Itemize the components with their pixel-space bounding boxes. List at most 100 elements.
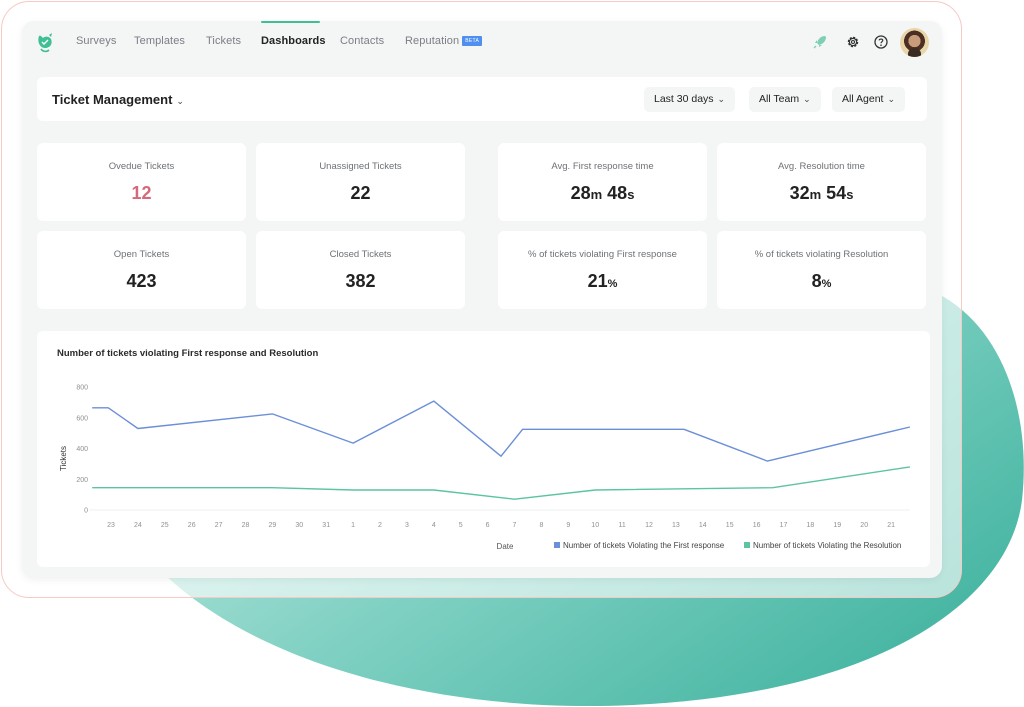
stat-card-open[interactable]: Open Tickets 423 [37,231,246,309]
stat-label: % of tickets violating Resolution [754,249,889,260]
x-tick-label: 4 [432,522,436,529]
stat-label: Closed Tickets [329,249,392,260]
stat-value: 28m 48s [498,183,707,204]
x-tick-label: 23 [107,522,115,529]
top-nav: Surveys Templates Tickets Dashboards Con… [22,21,942,65]
tab-templates[interactable]: Templates [134,35,185,47]
stat-card-avg-first-response[interactable]: Avg. First response time 28m 48s [498,143,707,221]
chevron-down-icon: ⌄ [717,94,726,104]
percent-value: 8 [811,271,822,291]
user-avatar[interactable] [900,28,929,57]
seconds-unit: s [627,187,635,202]
violations-chart-card: 0 200 400 600 800 23 24 25 26 27 28 29 30 31 1 2 3 4 5 6 7 8 9… [37,331,930,567]
y-tick-label: 600 [76,415,88,422]
x-tick-label: 16 [753,522,761,529]
x-tick-label: 13 [672,522,680,529]
x-tick-label: 21 [887,522,895,529]
y-tick-label: 0 [84,508,88,515]
stat-value: 22 [350,183,371,203]
beta-badge: BETA [462,36,483,46]
rocket-icon[interactable] [812,34,828,50]
stat-value: 12 [131,183,152,203]
x-tick-label: 26 [188,522,196,529]
y-tick-label: 800 [76,385,88,392]
team-filter[interactable]: All Team ⌄ [749,87,821,112]
stat-card-unassigned[interactable]: Unassigned Tickets 22 [256,143,465,221]
stat-card-closed[interactable]: Closed Tickets 382 [256,231,465,309]
x-tick-label: 27 [215,522,223,529]
x-tick-label: 1 [351,522,355,529]
y-tick-label: 400 [76,446,88,453]
seconds-value: 54 [826,183,847,203]
brand-logo-icon[interactable] [35,32,55,54]
date-range-label: Last 30 days [654,93,714,105]
x-tick-label: 14 [699,522,707,529]
date-range-filter[interactable]: Last 30 days ⌄ [644,87,736,112]
stat-label: Avg. First response time [551,161,654,172]
stat-label: Open Tickets [113,249,170,260]
tab-reputation-label: Reputation [405,35,460,47]
stat-value: 8% [717,271,926,292]
stat-card-pct-resolution[interactable]: % of tickets violating Resolution 8% [717,231,926,309]
stat-card-pct-first-response[interactable]: % of tickets violating First response 21… [498,231,707,309]
x-tick-label: 3 [405,522,409,529]
x-tick-label: 7 [513,522,517,529]
stat-value: 21% [498,271,707,292]
x-tick-label: 6 [486,522,490,529]
x-tick-label: 2 [378,522,382,529]
x-tick-label: 24 [134,522,142,529]
stat-label: Unassigned Tickets [319,161,402,172]
tab-dashboards[interactable]: Dashboards [261,35,326,47]
legend-label: Number of tickets Violating the First re… [563,541,725,550]
tab-reputation[interactable]: Reputation BETA [405,35,483,47]
tab-tickets[interactable]: Tickets [206,35,241,47]
legend-swatch [744,542,750,548]
stat-label: Avg. Resolution time [778,161,865,172]
chevron-down-icon: ⌄ [887,94,895,104]
legend-label: Number of tickets Violating the Resoluti… [753,541,901,550]
x-tick-label: 30 [295,522,303,529]
x-tick-label: 18 [807,522,815,529]
y-axis-title: Tickets [59,446,68,471]
minutes-value: 32 [789,183,810,203]
help-icon[interactable] [873,34,889,50]
agent-filter-label: All Agent [842,93,884,105]
dashboard-window: Surveys Templates Tickets Dashboards Con… [22,21,942,578]
series-line-resolution [92,466,911,500]
x-tick-label: 29 [269,522,277,529]
x-tick-label: 9 [566,522,570,529]
x-tick-label: 31 [322,522,330,529]
x-tick-label: 28 [242,522,250,529]
dashboard-selector[interactable]: Ticket Management ⌄ [52,92,184,107]
x-tick-label: 10 [591,522,599,529]
x-tick-label: 19 [833,522,841,529]
x-tick-label: 25 [161,522,169,529]
x-tick-label: 5 [459,522,463,529]
stat-label: % of tickets violating First response [528,249,677,260]
agent-filter[interactable]: All Agent ⌄ [832,87,905,112]
x-tick-label: 12 [645,522,653,529]
stat-value: 32m 54s [717,183,926,204]
seconds-unit: s [846,187,854,202]
tab-contacts[interactable]: Contacts [340,35,384,47]
gear-icon[interactable] [845,34,861,50]
minutes-unit: m [590,187,603,202]
x-tick-label: 8 [539,522,543,529]
y-tick-label: 200 [76,477,88,484]
chevron-down-icon: ⌄ [176,96,184,106]
percent-unit: % [821,278,832,290]
stat-card-overdue[interactable]: Ovedue Tickets 12 [37,143,246,221]
stat-card-avg-resolution[interactable]: Avg. Resolution time 32m 54s [717,143,926,221]
active-tab-indicator [261,21,320,23]
page-title: Ticket Management [52,92,173,107]
legend-swatch [554,542,560,548]
dashboard-header: Ticket Management ⌄ Last 30 days ⌄ All Tea… [37,77,927,121]
team-filter-label: All Team [759,93,800,105]
violations-line-chart: 020040060080023 24 25 26 27 28 29 30 31 1 2 3 4 5 6 7 8 9… [59,385,911,551]
stat-value: 423 [126,271,157,291]
stat-label: Ovedue Tickets [108,161,175,172]
tab-surveys[interactable]: Surveys [76,35,116,47]
minutes-value: 28 [570,183,591,203]
stat-value: 382 [345,271,376,291]
percent-value: 21 [587,271,608,291]
